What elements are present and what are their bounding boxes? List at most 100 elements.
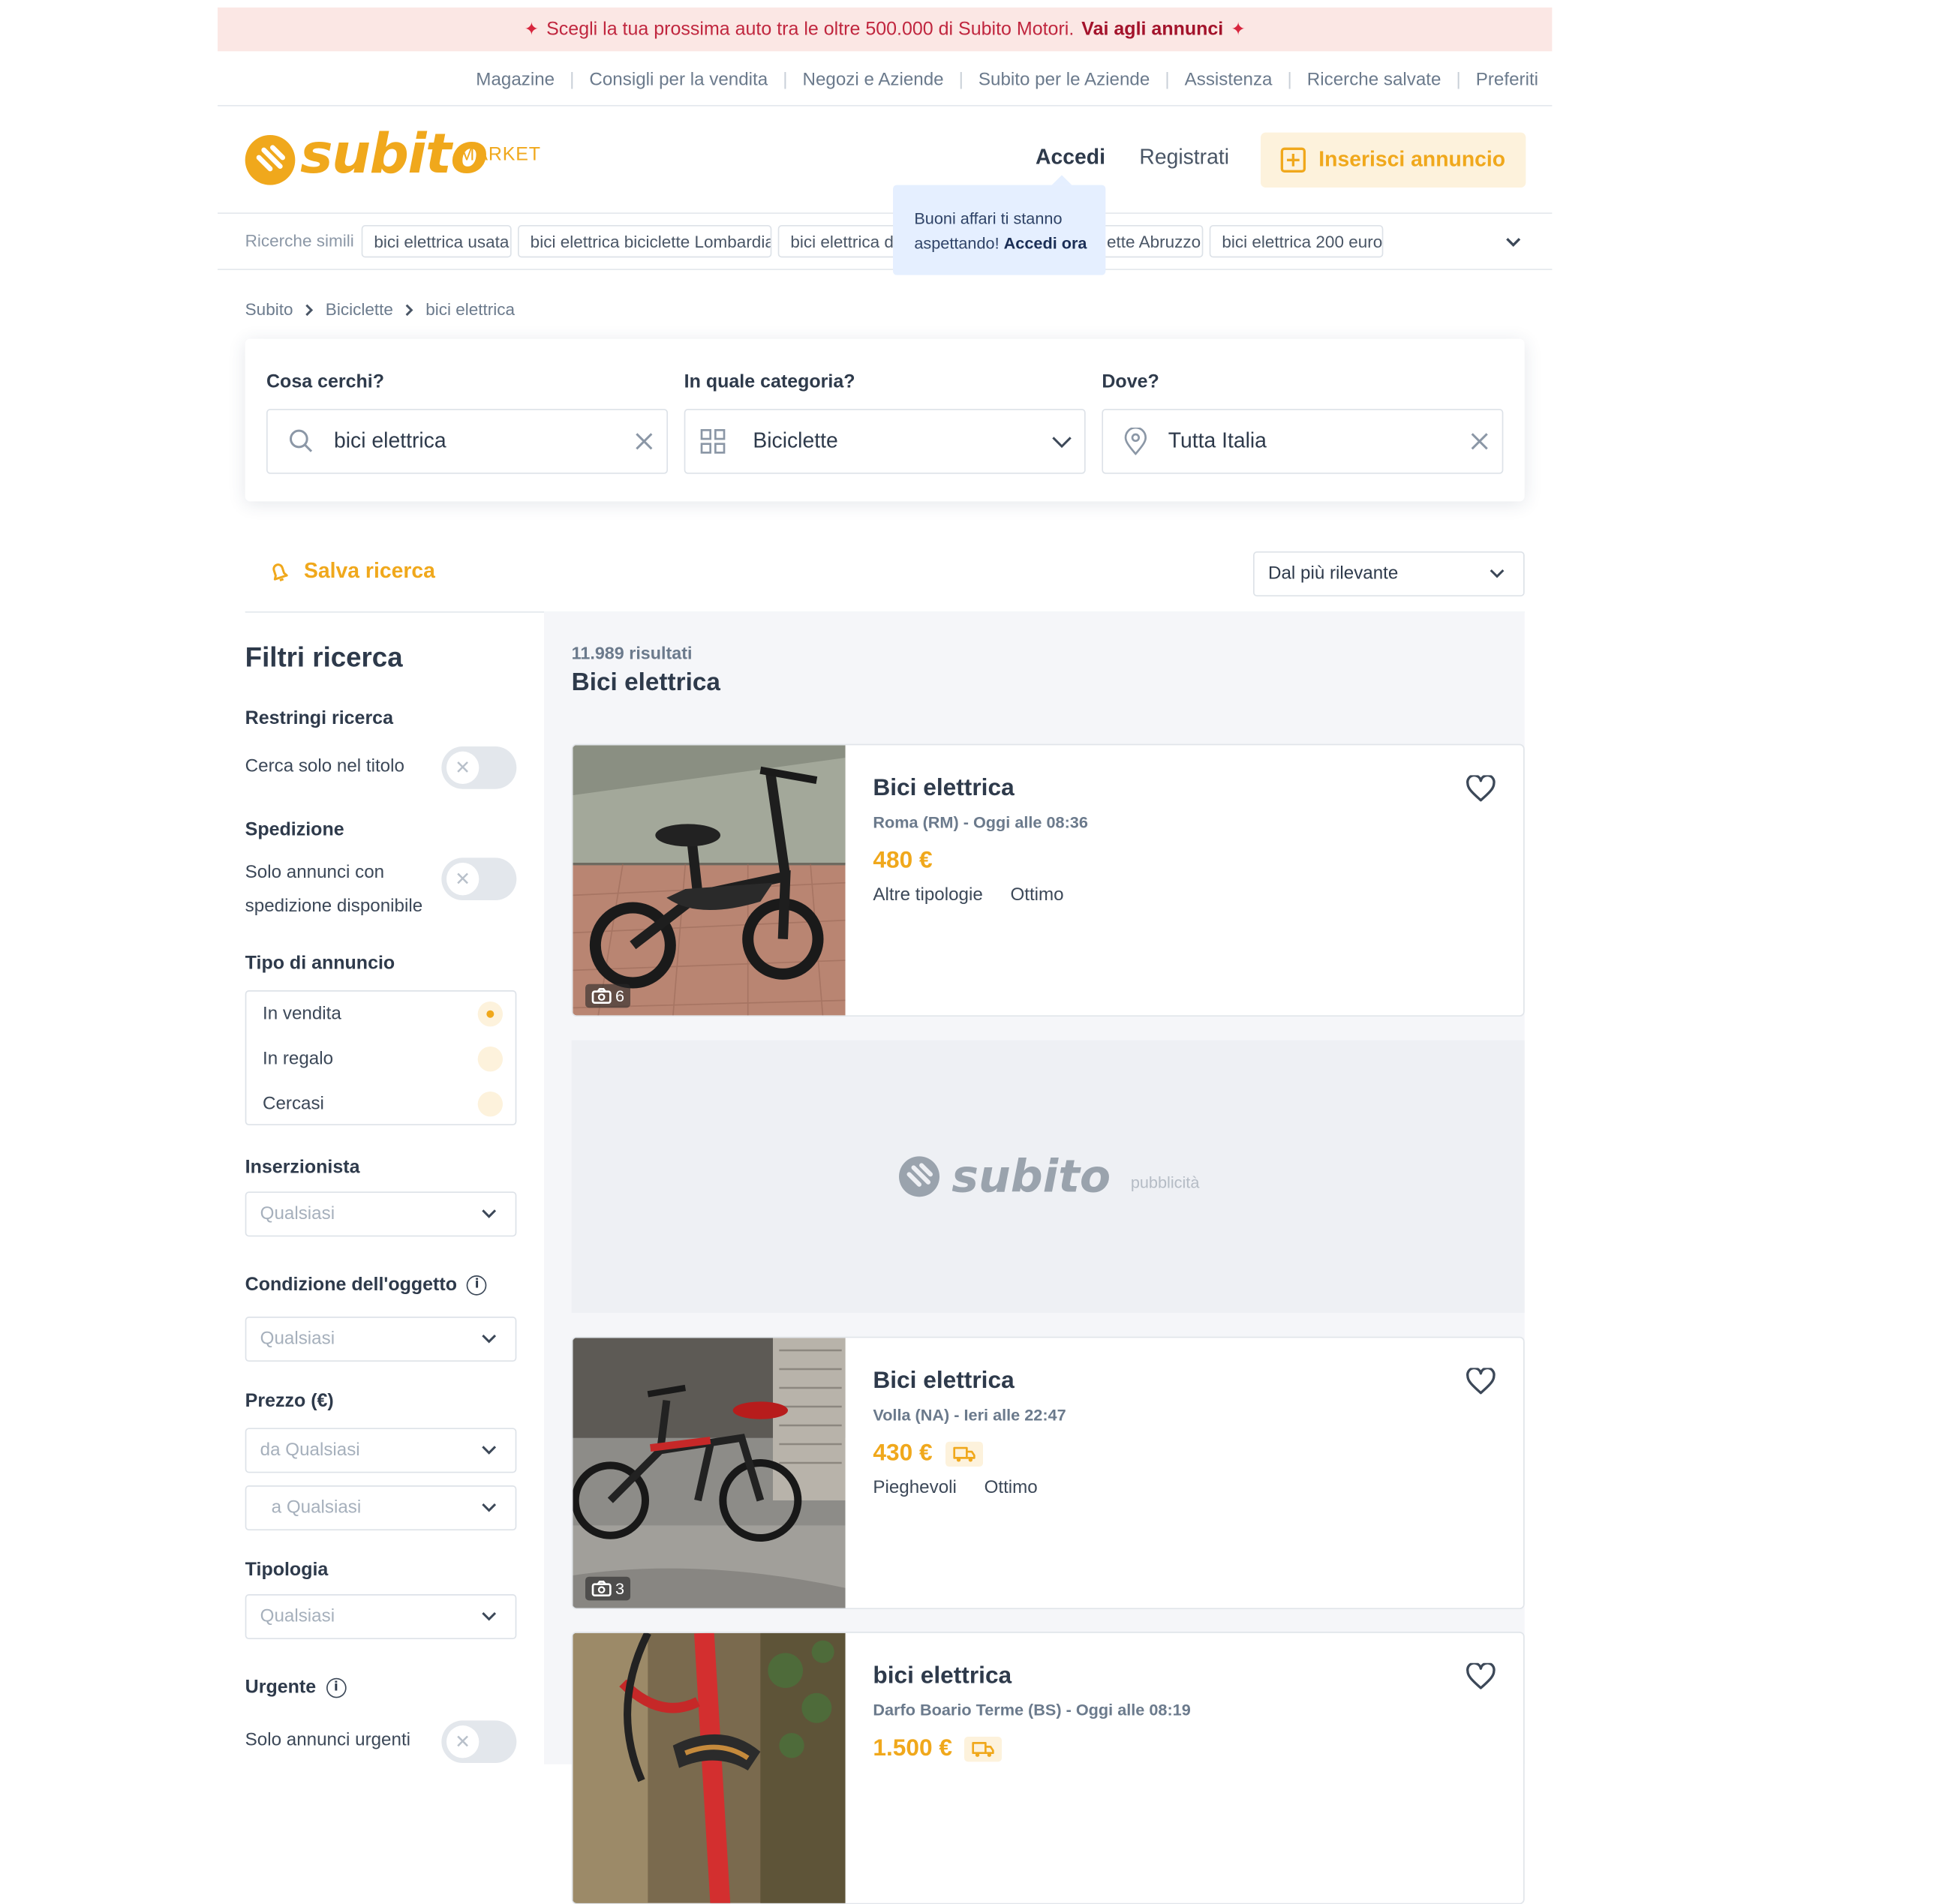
listing-image[interactable]: 6 — [573, 745, 846, 1016]
nav-assistenza[interactable]: Assistenza — [1185, 70, 1273, 90]
urgent-heading-text: Urgente — [245, 1677, 317, 1698]
advertiser-value: Qualsiasi — [260, 1204, 335, 1224]
filters-title: Filtri ricerca — [245, 641, 403, 673]
search-category-label: In quale categoria? — [684, 371, 855, 393]
sort-select[interactable]: Dal più rilevante — [1253, 551, 1525, 597]
heart-icon[interactable] — [1466, 775, 1496, 803]
radio-cercasi[interactable] — [477, 1092, 504, 1117]
info-icon[interactable]: i — [467, 1275, 487, 1296]
urgent-heading: Urgente i — [245, 1677, 347, 1698]
nav-magazine[interactable]: Magazine — [476, 70, 555, 90]
clear-icon[interactable] — [1469, 431, 1490, 452]
condition-select[interactable]: Qualsiasi — [245, 1317, 517, 1362]
chevron-down-icon — [482, 1446, 497, 1455]
photo-count: 3 — [615, 1579, 625, 1599]
chevron-down-icon — [1490, 569, 1505, 578]
divider — [218, 105, 1553, 107]
location-pin-icon — [1124, 428, 1147, 455]
search-icon — [290, 429, 313, 452]
similar-chip[interactable]: bici elettrica biciclette Lombardia — [518, 225, 772, 258]
nav-separator: | — [570, 70, 575, 91]
shipping-label-line: spedizione disponibile — [245, 896, 423, 917]
radio-in-vendita[interactable] — [477, 1002, 504, 1027]
similar-chip[interactable]: bici elettrica usata — [361, 225, 512, 258]
chevron-down-icon — [1052, 437, 1072, 449]
heart-icon[interactable] — [1466, 1368, 1496, 1395]
ad-label: pubblicità — [1130, 1172, 1200, 1191]
type-select[interactable]: Qualsiasi — [245, 1594, 517, 1640]
save-search-button[interactable]: Salva ricerca — [266, 559, 435, 584]
radio-in-regalo[interactable] — [477, 1047, 504, 1072]
listing-price: 430 € — [873, 1440, 983, 1468]
nav-negozi[interactable]: Negozi e Aziende — [803, 70, 944, 90]
similar-chip[interactable]: bici elettrica 200 euro — [1209, 225, 1384, 258]
nav-separator: | — [1165, 70, 1170, 91]
nav-consigli[interactable]: Consigli per la vendita — [589, 70, 768, 90]
ad-placeholder: subito pubblicità — [571, 1040, 1525, 1314]
results-count: 11.989 risultati — [571, 642, 693, 663]
radio-label-in-regalo[interactable]: In regalo — [263, 1049, 333, 1069]
listing-location: Roma (RM) - Oggi alle 08:36 — [873, 812, 1088, 832]
radio-label-in-vendita[interactable]: In vendita — [263, 1004, 341, 1024]
camera-icon — [591, 1581, 612, 1597]
price-to-select[interactable]: a Qualsiasi — [245, 1485, 517, 1531]
logo-icon — [898, 1156, 939, 1197]
nav-preferiti[interactable]: Preferiti — [1476, 70, 1538, 90]
listing-card[interactable]: 6 Bici elettrica Roma (RM) - Oggi alle 0… — [571, 743, 1525, 1017]
listing-tag: Altre tipologie — [873, 885, 983, 905]
nav-aziende[interactable]: Subito per le Aziende — [979, 70, 1150, 90]
logo-icon[interactable] — [245, 135, 296, 185]
tooltip-login-link[interactable]: Accedi ora — [1004, 234, 1087, 253]
listing-card[interactable]: 3 Bici elettrica Volla (NA) - Ieri alle … — [571, 1336, 1525, 1610]
breadcrumb-biciclette[interactable]: Biciclette — [326, 300, 393, 319]
register-link[interactable]: Registrati — [1139, 145, 1229, 170]
photo-count-badge: 3 — [585, 1576, 631, 1601]
plus-square-icon — [1281, 147, 1306, 173]
urgent-toggle[interactable]: ✕ — [441, 1720, 517, 1764]
location-value: Tutta Italia — [1168, 428, 1267, 453]
urgent-label: Solo annunci urgenti — [245, 1730, 411, 1751]
listing-card[interactable]: bici elettrica Darfo Boario Terme (BS) -… — [571, 1632, 1525, 1904]
price-from-select[interactable]: da Qualsiasi — [245, 1428, 517, 1473]
listing-image[interactable]: 3 — [573, 1338, 846, 1608]
listing-tag: Ottimo — [1010, 885, 1064, 905]
ad-logo-text: subito — [951, 1151, 1111, 1203]
nav-ricerche-salvate[interactable]: Ricerche salvate — [1307, 70, 1441, 90]
chevron-down-icon — [482, 1503, 497, 1512]
toggle-off-icon: ✕ — [446, 1725, 479, 1758]
post-ad-button[interactable]: Inserisci annuncio — [1261, 132, 1526, 188]
similar-chip[interactable]: bici elettrica de — [777, 225, 903, 258]
location-input[interactable]: Tutta Italia — [1102, 409, 1504, 474]
breadcrumb-subito[interactable]: Subito — [245, 300, 293, 319]
clear-icon[interactable] — [634, 431, 654, 452]
price-value: 480 € — [873, 848, 933, 875]
heart-icon[interactable] — [1466, 1662, 1496, 1691]
chevron-down-icon[interactable] — [1505, 234, 1522, 258]
divider — [218, 269, 1553, 271]
shipping-toggle[interactable]: ✕ — [441, 857, 517, 901]
nav-separator: | — [1287, 70, 1292, 91]
listing-title[interactable]: Bici elettrica — [873, 775, 1014, 803]
shipping-truck-icon — [945, 1441, 983, 1467]
listing-tags: Altre tipologie Ottimo — [873, 885, 1063, 905]
listing-title[interactable]: bici elettrica — [873, 1663, 1012, 1691]
listing-tags: Pieghevoli Ottimo — [873, 1478, 1037, 1498]
breadcrumb-current: bici elettrica — [425, 300, 516, 320]
login-link[interactable]: Accedi — [1036, 145, 1105, 170]
advertiser-select[interactable]: Qualsiasi — [245, 1191, 517, 1237]
condition-heading: Condizione dell'oggetto i — [245, 1274, 487, 1296]
category-select[interactable]: Biciclette — [684, 409, 1086, 474]
title-only-toggle[interactable]: ✕ — [441, 746, 517, 789]
banner-link[interactable]: Vai agli annunci — [1081, 19, 1223, 40]
type-heading: Tipologia — [245, 1559, 329, 1581]
search-input[interactable]: bici elettrica — [266, 409, 669, 474]
similar-chip[interactable]: ette Abruzzo — [1098, 225, 1204, 258]
listing-image[interactable] — [573, 1632, 846, 1903]
promo-banner[interactable]: ✦ Scegli la tua prossima auto tra le olt… — [218, 8, 1553, 52]
info-icon[interactable]: i — [326, 1677, 347, 1698]
listing-price: 1.500 € — [873, 1735, 1003, 1763]
listing-title[interactable]: Bici elettrica — [873, 1368, 1014, 1395]
chevron-right-icon — [406, 303, 413, 316]
shipping-label: Solo annunci con spedizione disponibile — [245, 857, 422, 924]
radio-label-cercasi[interactable]: Cercasi — [263, 1094, 324, 1114]
